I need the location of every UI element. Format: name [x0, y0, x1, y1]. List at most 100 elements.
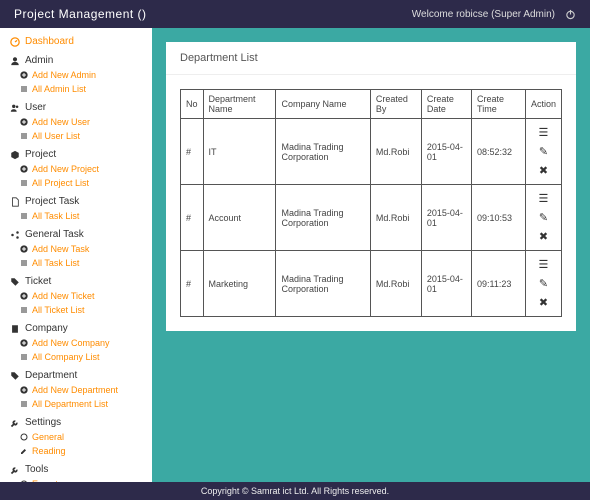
nav-project-task[interactable]: Project Task [0, 194, 152, 209]
list-icon [20, 259, 28, 267]
nav-sub-add-new-ticket[interactable]: Add New Ticket [0, 289, 152, 303]
cell-no: # [181, 119, 204, 185]
col-company-name: Company Name [276, 90, 370, 119]
nav-company[interactable]: Company [0, 321, 152, 336]
cell-no: # [181, 185, 204, 251]
header-right: Welcome robicse (Super Admin) [412, 9, 576, 20]
cell-action: ☰✎✖ [525, 185, 561, 251]
table-row: #AccountMadina Trading CorporationMd.Rob… [181, 185, 562, 251]
plus-icon [20, 245, 28, 253]
nav-sub-add-new-task[interactable]: Add New Task [0, 242, 152, 256]
nav-admin[interactable]: Admin [0, 53, 152, 68]
plus-icon [20, 118, 28, 126]
nav-sub-add-new-admin[interactable]: Add New Admin [0, 68, 152, 82]
nav-ticket[interactable]: Ticket [0, 274, 152, 289]
nav-project[interactable]: Project [0, 147, 152, 162]
users-icon [10, 103, 20, 113]
nav-sub-add-new-user[interactable]: Add New User [0, 115, 152, 129]
cell-no: # [181, 251, 204, 317]
list-icon[interactable]: ☰ [531, 255, 556, 274]
plus-icon [20, 71, 28, 79]
app-header: Project Management () Welcome robicse (S… [0, 0, 590, 28]
nav-dashboard[interactable]: Dashboard [0, 34, 152, 49]
nav-sub-all-admin-list[interactable]: All Admin List [0, 82, 152, 96]
list-icon [20, 400, 28, 408]
file-icon [10, 197, 20, 207]
tag-icon [10, 371, 20, 381]
list-icon [20, 306, 28, 314]
edit-icon[interactable]: ✎ [531, 208, 556, 227]
list-icon [20, 85, 28, 93]
nav-sub-all-user-list[interactable]: All User List [0, 129, 152, 143]
nav-sub-reading[interactable]: Reading [0, 444, 152, 458]
cell-action: ☰✎✖ [525, 119, 561, 185]
list-icon [20, 132, 28, 140]
plus-icon [20, 339, 28, 347]
cell-by: Md.Robi [370, 119, 421, 185]
cell-date: 2015-04-01 [421, 119, 471, 185]
edit-icon[interactable]: ✎ [531, 274, 556, 293]
table-row: #MarketingMadina Trading CorporationMd.R… [181, 251, 562, 317]
delete-icon[interactable]: ✖ [531, 161, 556, 180]
delete-icon[interactable]: ✖ [531, 227, 556, 246]
panel: Department List NoDepartment NameCompany… [166, 42, 576, 331]
building-icon [10, 324, 20, 334]
nav-general-task[interactable]: General Task [0, 227, 152, 242]
plus-icon [20, 386, 28, 394]
edit-icon [20, 447, 28, 455]
delete-icon[interactable]: ✖ [531, 293, 556, 312]
edit-icon[interactable]: ✎ [531, 142, 556, 161]
department-table: NoDepartment NameCompany NameCreated ByC… [180, 89, 562, 317]
content: Department List NoDepartment NameCompany… [152, 28, 590, 482]
nav-tools[interactable]: Tools [0, 462, 152, 477]
col-department-name: Department Name [203, 90, 276, 119]
list-icon [20, 179, 28, 187]
nav-sub-all-task-list[interactable]: All Task List [0, 256, 152, 270]
list-icon[interactable]: ☰ [531, 123, 556, 142]
main-area: Dashboard AdminAdd New AdminAll Admin Lis… [0, 28, 590, 482]
panel-body: NoDepartment NameCompany NameCreated ByC… [166, 75, 576, 331]
nav-sub-all-ticket-list[interactable]: All Ticket List [0, 303, 152, 317]
sidebar: Dashboard AdminAdd New AdminAll Admin Lis… [0, 28, 152, 482]
cell-dept: Account [203, 185, 276, 251]
cell-by: Md.Robi [370, 185, 421, 251]
col-create-date: Create Date [421, 90, 471, 119]
nav-sub-add-new-department[interactable]: Add New Department [0, 383, 152, 397]
nav-sub-all-task-list[interactable]: All Task List [0, 209, 152, 223]
col-action: Action [525, 90, 561, 119]
circle-icon [20, 433, 28, 441]
wrench-icon [10, 418, 20, 428]
app-title: Project Management () [14, 7, 147, 21]
list-icon [20, 353, 28, 361]
cell-company: Madina Trading Corporation [276, 119, 370, 185]
tag-icon [10, 277, 20, 287]
user-icon [10, 56, 20, 66]
nav-sub-add-new-company[interactable]: Add New Company [0, 336, 152, 350]
footer: Copyright © Samrat ict Ltd. All Rights r… [0, 482, 590, 500]
cell-dept: IT [203, 119, 276, 185]
plus-icon [20, 292, 28, 300]
list-icon [20, 212, 28, 220]
cell-by: Md.Robi [370, 251, 421, 317]
share-icon [10, 230, 20, 240]
cell-dept: Marketing [203, 251, 276, 317]
welcome-text: Welcome robicse (Super Admin) [412, 9, 555, 20]
col-create-time: Create Time [472, 90, 526, 119]
cell-company: Madina Trading Corporation [276, 251, 370, 317]
wrench-icon [10, 465, 20, 475]
list-icon[interactable]: ☰ [531, 189, 556, 208]
nav-sub-all-project-list[interactable]: All Project List [0, 176, 152, 190]
nav-department[interactable]: Department [0, 368, 152, 383]
nav-settings[interactable]: Settings [0, 415, 152, 430]
nav-sub-all-department-list[interactable]: All Department List [0, 397, 152, 411]
plus-icon [20, 165, 28, 173]
cell-time: 09:11:23 [472, 251, 526, 317]
nav-sub-all-company-list[interactable]: All Company List [0, 350, 152, 364]
cell-date: 2015-04-01 [421, 185, 471, 251]
nav-user[interactable]: User [0, 100, 152, 115]
power-icon[interactable] [565, 9, 576, 20]
nav-sub-add-new-project[interactable]: Add New Project [0, 162, 152, 176]
cell-action: ☰✎✖ [525, 251, 561, 317]
nav-sub-general[interactable]: General [0, 430, 152, 444]
cell-time: 08:52:32 [472, 119, 526, 185]
